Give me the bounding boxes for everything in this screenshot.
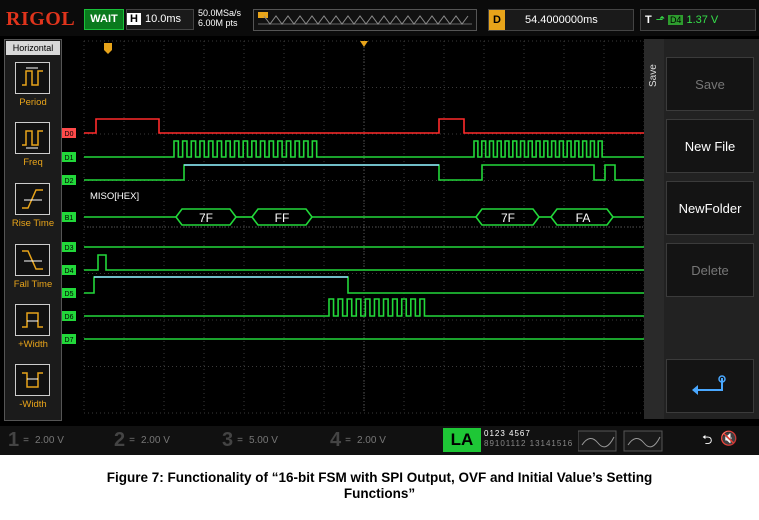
bus-value: FA (576, 211, 591, 225)
frequency-measure-icon (22, 130, 43, 149)
oscilloscope-screen: RIGOL WAIT H 10.0ms 50.0MSa/s 6.00M pts D… (0, 0, 759, 455)
period-label: Period (19, 97, 47, 108)
enter-button[interactable] (666, 359, 754, 413)
positive-width-button[interactable] (15, 304, 50, 336)
usb-icon: ⮌ (702, 432, 713, 447)
logic-analyzer-button[interactable]: LA (443, 428, 481, 452)
channel-number: 3 (222, 429, 234, 451)
svg-text:D2: D2 (65, 178, 74, 185)
coupling-icon: = (23, 435, 29, 447)
trigger-label: T (645, 14, 652, 26)
timebase-display[interactable]: H 10.0ms (126, 9, 194, 30)
positive-width-label: +Width (18, 339, 48, 350)
positive-width-icon (22, 312, 43, 328)
negative-width-label: -Width (19, 399, 47, 410)
memory-overview-strip[interactable] (253, 9, 477, 31)
channel-1-status[interactable]: 1 = 2.00 V (8, 426, 64, 455)
channel-number: 1 (8, 429, 20, 451)
period-measure-icon (22, 67, 43, 86)
acquisition-status[interactable]: WAIT (84, 9, 124, 30)
rise-time-label: Rise Time (11, 218, 55, 229)
channel-scale: 2.00 V (140, 435, 170, 447)
svg-text:D1: D1 (65, 155, 74, 162)
save-button[interactable]: Save (666, 57, 754, 111)
channel-scale: 2.00 V (356, 435, 386, 447)
coupling-icon: = (129, 435, 135, 447)
caption-line-2: Functions” (343, 486, 416, 501)
save-menu-tab[interactable]: Save (644, 39, 664, 419)
channel-scale: 5.00 V (248, 435, 278, 447)
waveform-area[interactable]: D0 D1 D2 B1 D3 D4 D5 D6 D7 MISO[HEX] 7F FF 7F FA (62, 40, 645, 414)
la-channels-top: 0123 4567 (484, 429, 531, 438)
bus-value: FF (275, 211, 290, 225)
delay-label: D (489, 10, 505, 30)
sample-info: 50.0MSa/s 6.00M pts (198, 8, 241, 28)
menu-title: Horizontal (6, 41, 60, 55)
channel-2-status[interactable]: 2 = 2.00 V (114, 426, 170, 455)
fall-time-icon (22, 250, 43, 270)
svg-text:D6: D6 (65, 314, 74, 321)
channel-3-status[interactable]: 3 = 5.00 V (222, 426, 278, 455)
rise-time-button[interactable] (15, 183, 50, 215)
caption-line-1: Figure 7: Functionality of “16-bit FSM w… (106, 470, 653, 485)
new-file-button[interactable]: New File (666, 119, 754, 173)
svg-text:B1: B1 (65, 215, 74, 222)
delete-button[interactable]: Delete (666, 243, 754, 297)
timebase-label: H (127, 13, 141, 25)
bus-label: MISO[HEX] (90, 191, 139, 202)
trigger-level: 1.37 V (686, 14, 719, 26)
coupling-icon: = (237, 435, 243, 447)
freq-button[interactable] (15, 122, 50, 154)
horizontal-measure-menu: Horizontal Period Freq Rise Time Fall Ti… (4, 39, 62, 421)
trigger-display[interactable]: T ⬏ D4 1.37 V (640, 9, 756, 31)
sample-rate: 50.0MSa/s (198, 8, 242, 18)
save-menu: Save Save New File NewFolder Delete (644, 39, 759, 419)
svg-text:D3: D3 (65, 245, 74, 252)
enter-return-icon (692, 375, 726, 395)
trigger-position-icon (258, 12, 268, 18)
grid-lines (83, 40, 645, 414)
memory-overview-graphic (258, 12, 472, 25)
top-status-bar: RIGOL WAIT H 10.0ms 50.0MSa/s 6.00M pts D… (0, 0, 759, 36)
channel-scale: 2.00 V (34, 435, 64, 447)
delay-display[interactable]: D 54.4000000ms (488, 9, 634, 31)
bus-value: 7F (501, 211, 515, 225)
freq-label: Freq (23, 157, 43, 168)
memory-depth: 6.00M pts (198, 18, 238, 28)
speaker-mute-icon[interactable]: 🔇 (720, 430, 737, 447)
delay-value: 54.4000000ms (525, 14, 598, 26)
brand-logo: RIGOL (6, 8, 76, 30)
rise-time-icon (22, 189, 43, 209)
la-channel-indicators: 0123 4567 89101112 13141516 (484, 429, 573, 449)
rising-edge-icon: ⬏ (655, 14, 665, 26)
waveform-plot: D0 D1 D2 B1 D3 D4 D5 D6 D7 MISO[HEX] 7F FF 7F FA (62, 40, 645, 414)
timebase-value: 10.0ms (144, 13, 182, 25)
coupling-icon: = (345, 435, 351, 447)
channel-4-status[interactable]: 4 = 2.00 V (330, 426, 386, 455)
svg-text:D4: D4 (65, 268, 74, 275)
svg-text:D7: D7 (65, 337, 74, 344)
trigger-source: D4 (667, 15, 684, 25)
channel-number: 4 (330, 429, 342, 451)
la-channels-bottom: 89101112 13141516 (484, 439, 574, 448)
period-button[interactable] (15, 62, 50, 94)
svg-text:D5: D5 (65, 291, 74, 298)
negative-width-icon (22, 372, 43, 388)
channel-labels: D0 D1 D2 B1 D3 D4 D5 D6 D7 (62, 128, 76, 344)
fall-time-label: Fall Time (13, 279, 53, 290)
fall-time-button[interactable] (15, 244, 50, 276)
trigger-marker-icon (104, 43, 112, 54)
trigger-position-marker-icon (360, 41, 368, 47)
bus-value: 7F (199, 211, 213, 225)
save-tab-label: Save (648, 64, 659, 87)
negative-width-button[interactable] (15, 364, 50, 396)
svg-text:D0: D0 (65, 131, 74, 138)
channel-number: 2 (114, 429, 126, 451)
new-folder-button[interactable]: NewFolder (666, 181, 754, 235)
math-ref-indicators[interactable] (578, 429, 668, 453)
channel-status-bar: 1 = 2.00 V 2 = 2.00 V 3 = 5.00 V 4 = 2.00 V LA 0… (0, 426, 759, 455)
figure-caption: Figure 7: Functionality of “16-bit FSM w… (0, 470, 759, 502)
